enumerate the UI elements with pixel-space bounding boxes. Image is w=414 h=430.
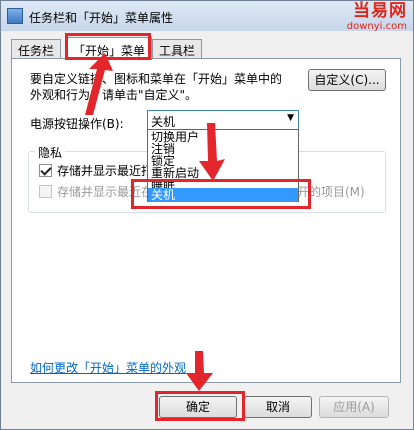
- store-programs-checkbox[interactable]: [39, 164, 52, 177]
- customize-description: 要自定义链接、图标和菜单在「开始」菜单中的外观和行为，请单击"自定义"。: [30, 72, 283, 102]
- cancel-button[interactable]: 取消: [244, 396, 312, 418]
- power-action-value: 关机: [151, 115, 176, 129]
- start-menu-panel: 要自定义链接、图标和菜单在「开始」菜单中的外观和行为，请单击"自定义"。 自定义…: [11, 58, 401, 383]
- privacy-group-title: 隐私: [35, 144, 66, 161]
- highlight-shutdown-option: [131, 179, 311, 209]
- highlight-ok-button: [155, 391, 245, 421]
- help-link[interactable]: 如何更改「开始」菜单的外观: [30, 359, 186, 376]
- watermark-site: downyi.com: [346, 21, 407, 32]
- tab-toolbars[interactable]: 工具栏: [152, 39, 203, 59]
- customize-button[interactable]: 自定义(C)...: [308, 69, 386, 91]
- tab-taskbar[interactable]: 任务栏: [11, 39, 62, 59]
- dropdown-arrow-icon[interactable]: ▼: [287, 113, 294, 123]
- app-icon: [7, 8, 23, 24]
- apply-button[interactable]: 应用(A): [319, 396, 389, 418]
- annotation-arrow-to-tab: [85, 53, 113, 115]
- watermark-logo: 当易网 downyi.com: [347, 3, 407, 32]
- properties-window: 任务栏和「开始」菜单属性 当易网 downyi.com 任务栏 「开始」菜单 工…: [0, 0, 414, 430]
- store-items-checkbox[interactable]: [39, 185, 52, 198]
- annotation-arrow-to-shutdown: [199, 123, 225, 181]
- title-bar[interactable]: 任务栏和「开始」菜单属性 当易网 downyi.com: [1, 1, 413, 32]
- window-title: 任务栏和「开始」菜单属性: [29, 11, 174, 25]
- power-button-label: 电源按钮操作(B):: [30, 117, 124, 131]
- watermark-brand: 当易网: [353, 1, 407, 21]
- annotation-arrow-to-ok: [186, 351, 213, 391]
